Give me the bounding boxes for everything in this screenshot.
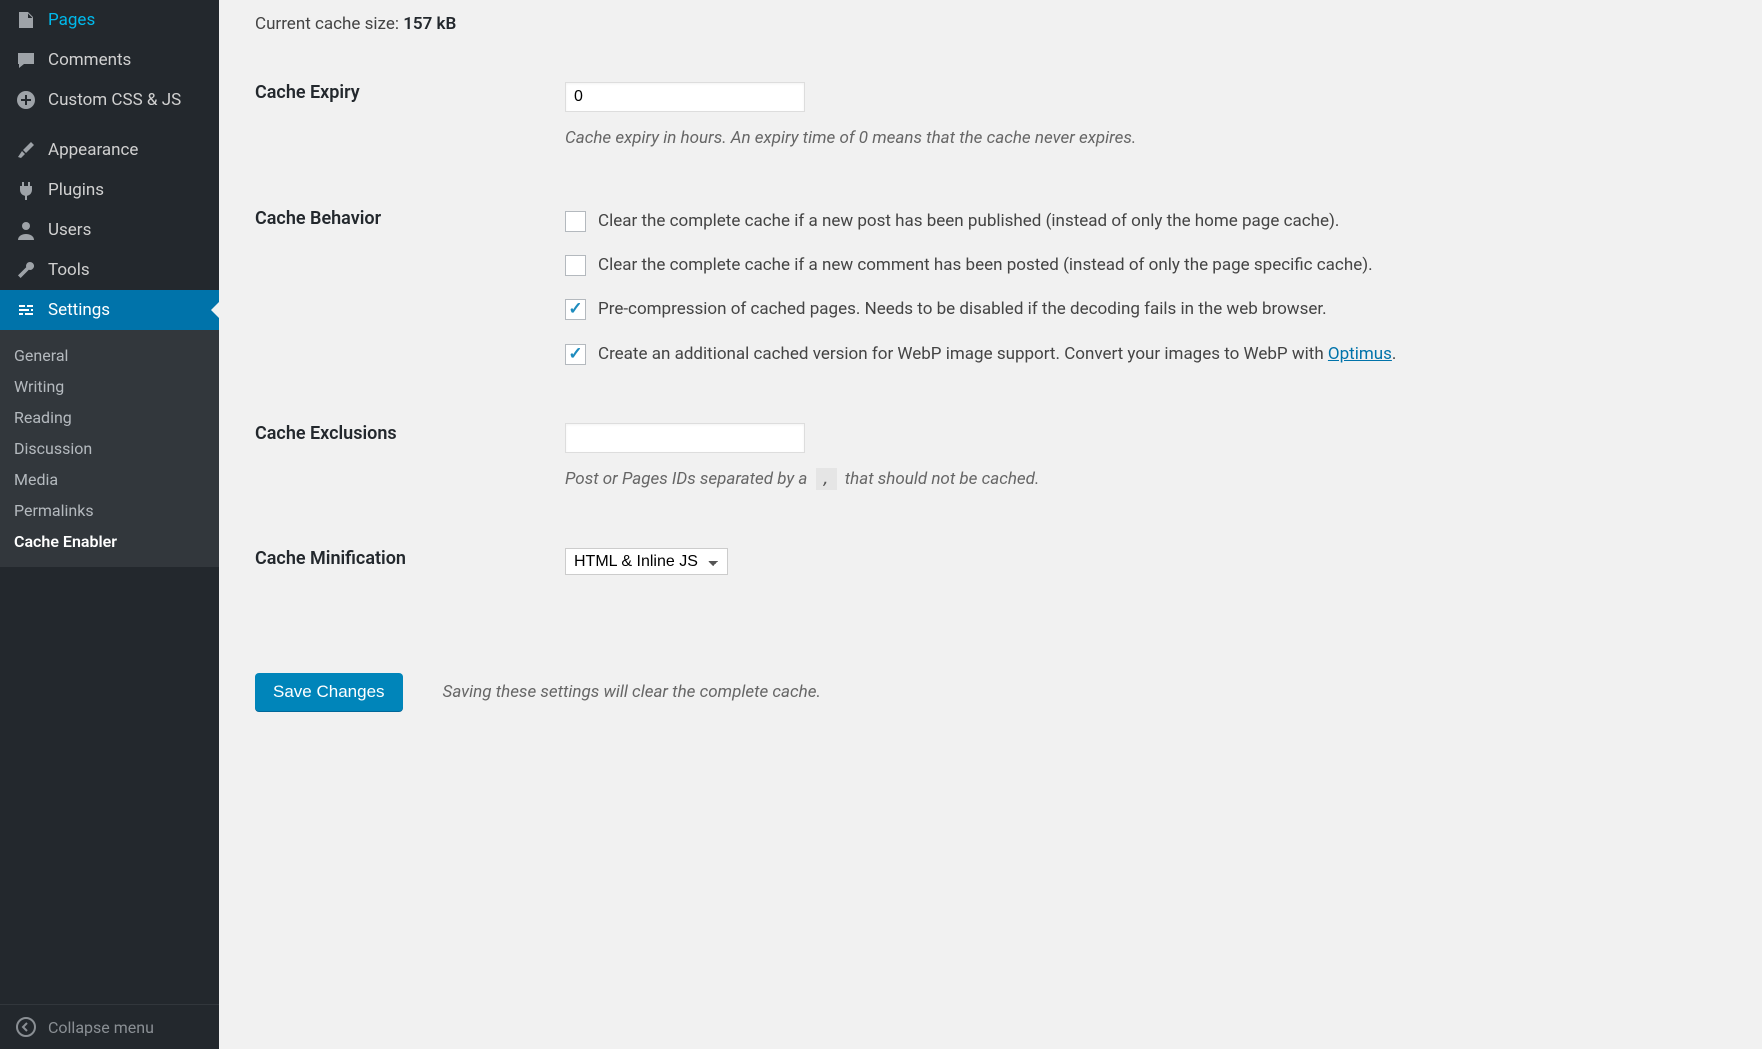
comma-code-chip: , bbox=[816, 468, 837, 491]
cache-expiry-description: Cache expiry in hours. An expiry time of… bbox=[565, 126, 1726, 152]
sidebar-item-settings[interactable]: Settings bbox=[0, 290, 219, 330]
settings-content: Current cache size: 157 kB Cache Expiry … bbox=[219, 0, 1762, 1049]
optimus-link[interactable]: Optimus bbox=[1328, 344, 1392, 364]
sidebar-item-tools[interactable]: Tools bbox=[0, 250, 219, 290]
behavior-option-new-post: Clear the complete cache if a new post h… bbox=[565, 208, 1726, 234]
current-cache-size: Current cache size: 157 kB bbox=[255, 0, 1726, 64]
comment-icon bbox=[12, 50, 40, 70]
sidebar-item-label: Appearance bbox=[48, 140, 138, 160]
cache-minification-select[interactable]: HTML & Inline JS bbox=[565, 548, 728, 575]
sidebar-item-plugins[interactable]: Plugins bbox=[0, 170, 219, 210]
option-label: Pre-compression of cached pages. Needs t… bbox=[598, 296, 1327, 322]
submenu-item-cache-enabler[interactable]: Cache Enabler bbox=[0, 526, 219, 557]
submenu-item-writing[interactable]: Writing bbox=[0, 371, 219, 402]
plus-circle-icon bbox=[12, 90, 40, 110]
save-changes-button[interactable]: Save Changes bbox=[255, 673, 403, 711]
sidebar-item-label: Comments bbox=[48, 50, 131, 70]
row-cache-exclusions: Cache Exclusions Post or Pages IDs separ… bbox=[255, 405, 1726, 531]
heading-cache-behavior: Cache Behavior bbox=[255, 190, 565, 405]
submenu-item-general[interactable]: General bbox=[0, 340, 219, 371]
heading-cache-minification: Cache Minification bbox=[255, 530, 565, 613]
sidebar-menu: Pages Comments Custom CSS & JS bbox=[0, 0, 219, 120]
option-label: Clear the complete cache if a new post h… bbox=[598, 208, 1339, 234]
checkbox-precompression[interactable] bbox=[565, 299, 586, 320]
sidebar-item-label: Settings bbox=[48, 300, 110, 320]
checkbox-new-comment[interactable] bbox=[565, 255, 586, 276]
collapse-label: Collapse menu bbox=[48, 1018, 154, 1037]
sidebar-item-custom-css-js[interactable]: Custom CSS & JS bbox=[0, 80, 219, 120]
sidebar-item-comments[interactable]: Comments bbox=[0, 40, 219, 80]
submenu-item-media[interactable]: Media bbox=[0, 464, 219, 495]
sidebar-item-label: Pages bbox=[48, 10, 95, 30]
pages-icon bbox=[12, 10, 40, 30]
submenu-item-reading[interactable]: Reading bbox=[0, 402, 219, 433]
save-note: Saving these settings will clear the com… bbox=[443, 682, 821, 702]
sidebar-item-label: Plugins bbox=[48, 180, 104, 200]
option-label: Create an additional cached version for … bbox=[598, 341, 1396, 367]
sidebar-item-users[interactable]: Users bbox=[0, 210, 219, 250]
cache-exclusions-description: Post or Pages IDs separated by a , that … bbox=[565, 467, 1726, 493]
row-cache-minification: Cache Minification HTML & Inline JS bbox=[255, 530, 1726, 613]
sidebar-item-appearance[interactable]: Appearance bbox=[0, 130, 219, 170]
settings-submenu: General Writing Reading Discussion Media… bbox=[0, 330, 219, 567]
plug-icon bbox=[12, 180, 40, 200]
behavior-option-new-comment: Clear the complete cache if a new commen… bbox=[565, 252, 1726, 278]
wrench-icon bbox=[12, 260, 40, 280]
menu-separator bbox=[0, 120, 219, 130]
behavior-option-webp: Create an additional cached version for … bbox=[565, 341, 1726, 367]
admin-sidebar: Pages Comments Custom CSS & JS Appearanc… bbox=[0, 0, 219, 1049]
brush-icon bbox=[12, 140, 40, 160]
checkbox-webp[interactable] bbox=[565, 344, 586, 365]
settings-form-table: Cache Expiry Cache expiry in hours. An e… bbox=[255, 64, 1726, 613]
sidebar-item-label: Tools bbox=[48, 260, 90, 280]
submit-row: Save Changes Saving these settings will … bbox=[255, 673, 1726, 711]
submenu-item-discussion[interactable]: Discussion bbox=[0, 433, 219, 464]
collapse-menu[interactable]: Collapse menu bbox=[0, 1004, 219, 1049]
sidebar-menu-secondary: Appearance Plugins Users Tools Settings bbox=[0, 130, 219, 330]
cache-expiry-input[interactable] bbox=[565, 82, 805, 112]
sidebar-item-label: Custom CSS & JS bbox=[48, 90, 181, 110]
heading-cache-expiry: Cache Expiry bbox=[255, 64, 565, 190]
row-cache-behavior: Cache Behavior Clear the complete cache … bbox=[255, 190, 1726, 405]
sliders-icon bbox=[12, 300, 40, 320]
submenu-item-permalinks[interactable]: Permalinks bbox=[0, 495, 219, 526]
sidebar-item-label: Users bbox=[48, 220, 91, 240]
collapse-icon bbox=[12, 1017, 40, 1037]
option-label: Clear the complete cache if a new commen… bbox=[598, 252, 1373, 278]
heading-cache-exclusions: Cache Exclusions bbox=[255, 405, 565, 531]
user-icon bbox=[12, 220, 40, 240]
row-cache-expiry: Cache Expiry Cache expiry in hours. An e… bbox=[255, 64, 1726, 190]
sidebar-item-pages[interactable]: Pages bbox=[0, 0, 219, 40]
behavior-option-precompression: Pre-compression of cached pages. Needs t… bbox=[565, 296, 1726, 322]
checkbox-new-post[interactable] bbox=[565, 211, 586, 232]
cache-exclusions-input[interactable] bbox=[565, 423, 805, 453]
